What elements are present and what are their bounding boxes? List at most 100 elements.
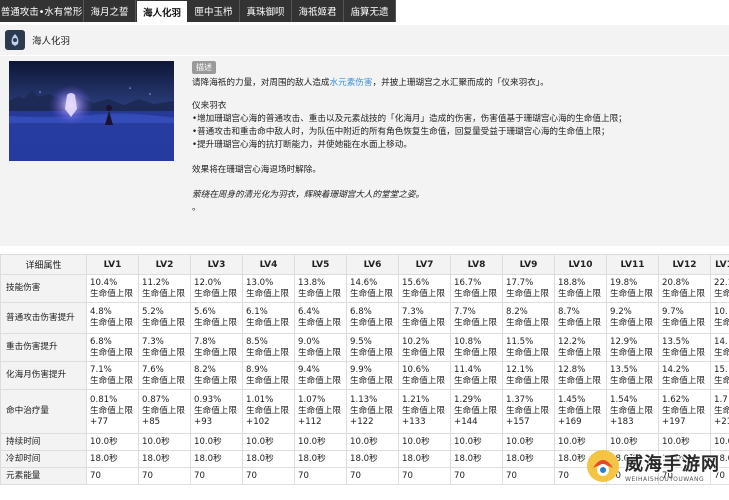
cell-line: 70 — [402, 470, 413, 481]
tab-6[interactable]: 海祇姬君 — [292, 0, 344, 22]
cell-line: 18.0秒 — [142, 453, 170, 464]
level-header: LV6 — [346, 254, 399, 275]
hydro-damage-text: 水元素伤害 — [329, 78, 373, 88]
table-corner-header: 详细属性 — [0, 254, 87, 275]
level-header: LV5 — [294, 254, 347, 275]
table-cell: 4.8% 生命值上限 — [86, 302, 139, 334]
table-cell: 8.5% 生命值上限 — [242, 333, 295, 362]
table-cell: 10.2% 生命值上限 — [398, 333, 451, 362]
table-cell: 15. 生命 — [710, 361, 729, 390]
table-cell: 70 — [398, 467, 451, 485]
cell-line: 13.8% — [298, 277, 326, 288]
row-label: 持续时间 — [0, 433, 87, 451]
cell-line: 7.6% — [142, 364, 164, 375]
cell-line: 生命值上限 — [194, 406, 237, 416]
row-label: 化海月伤害提升 — [0, 361, 87, 390]
table-cell: 10.0秒 — [294, 433, 347, 451]
cell-line: 4.8% — [90, 307, 112, 317]
row-label: 冷却时间 — [0, 450, 87, 468]
level-header: LV9 — [502, 254, 555, 275]
cell-line: 18.0秒 — [298, 453, 326, 464]
table-cell: 18.8% 生命值上限 — [554, 274, 607, 303]
cell-line: 10.0秒 — [142, 436, 170, 447]
level-header: LV8 — [450, 254, 503, 275]
watermark-en: WEIHAISHOUYOUWANG — [625, 475, 705, 483]
table-cell: 1.7生命+21 — [710, 389, 729, 434]
cell-line: 1.62% — [662, 395, 690, 405]
cell-line: 10.0秒 — [194, 436, 222, 447]
table-cell: 70 — [242, 467, 295, 485]
tab-5[interactable]: 真珠御呗 — [240, 0, 292, 22]
cell-line: 生命值上限 — [506, 406, 549, 416]
table-cell: 18.0秒 — [86, 450, 139, 468]
cell-line: 14.2% — [662, 364, 690, 375]
cell-line: 生命 — [714, 406, 729, 416]
table-cell: 10.0秒 — [190, 433, 243, 451]
level-header: LV2 — [138, 254, 191, 275]
tab-1[interactable]: 普通攻击•水有常形 — [0, 0, 84, 22]
tab-7[interactable]: 庙算无遗 — [344, 0, 396, 22]
cell-line: 生命值上限 — [350, 375, 393, 386]
cell-line: 生命值上限 — [142, 375, 185, 386]
cell-line: 生命值上限 — [558, 406, 601, 416]
level-header: LV1 — [710, 254, 729, 275]
cell-line: 10.0秒 — [90, 436, 118, 447]
table-cell: 8.7% 生命值上限 — [554, 302, 607, 334]
table-row: 重击伤害提升 6.8% 生命值上限 7.3% 生命值上限 7.8% 生命值上限 8.5% 生命值… — [0, 333, 729, 362]
level-header: LV11 — [606, 254, 659, 275]
table-cell: 70 — [190, 467, 243, 485]
tab-4[interactable]: 匣中玉栉 — [188, 0, 240, 22]
buff-bullet: •普通攻击和重击命中敌人时，为队伍中附近的所有角色恢复生命值，回复量受益于珊瑚宫… — [192, 127, 610, 137]
table-header-row: 详细属性 LV1 LV2 LV3 LV4 LV5 LV6 LV7 LV8 LV9 LV10 LV11 L… — [0, 254, 729, 275]
table-cell: 1.62% 生命值上限 +197 — [658, 389, 711, 434]
tab-2[interactable]: 海月之誓 — [84, 0, 136, 22]
cell-line: 生命值上限 — [506, 288, 549, 299]
cell-line: 7.7% — [454, 307, 476, 317]
cell-line: 12.0% — [194, 277, 222, 288]
level-header: LV1 — [86, 254, 139, 275]
cell-line: 生命值上限 — [662, 375, 705, 386]
cell-line: 生命值上限 — [90, 375, 133, 386]
table-cell: 14. 生命 — [710, 333, 729, 362]
cell-line: 18.0秒 — [90, 453, 118, 464]
cell-line: 生命值上限 — [90, 288, 133, 299]
end-note: 效果将在珊瑚宫心海退场时解除。 — [192, 165, 321, 175]
cell-line: 生命值上限 — [246, 347, 289, 358]
cell-line: 生命值上限 — [298, 288, 341, 299]
row-label: 元素能量 — [0, 467, 87, 485]
trailing-mark: 。 — [192, 203, 201, 213]
table-cell: 11.2% 生命值上限 — [138, 274, 191, 303]
buff-bullet: •提升珊瑚宫心海的抗打断能力，并使她能在水面上移动。 — [192, 140, 412, 150]
cell-line: 20.8% — [662, 277, 690, 288]
cell-line: +122 — [350, 417, 374, 427]
table-cell: 1.45% 生命值上限 +169 — [554, 389, 607, 434]
table-cell: 10.4% 生命值上限 — [86, 274, 139, 303]
table-cell: 20.8% 生命值上限 — [658, 274, 711, 303]
table-cell: 70 — [86, 467, 139, 485]
cell-line: 生命值上限 — [454, 288, 497, 299]
skill-preview-image[interactable] — [9, 61, 174, 161]
table-cell: 7.3% 生命值上限 — [138, 333, 191, 362]
cell-line: 生命值上限 — [454, 347, 497, 358]
tab-3[interactable]: 海人化羽 — [136, 0, 188, 22]
cell-line: 生命值上限 — [454, 375, 497, 386]
cell-line: 18.0秒 — [194, 453, 222, 464]
cell-line: 生命值上限 — [662, 406, 705, 416]
cell-line: 生命值上限 — [402, 288, 445, 299]
cell-line: 生命值上限 — [90, 347, 133, 358]
skill-name: 海人化羽 — [32, 36, 71, 47]
cell-line: 10.4% — [90, 277, 118, 288]
cell-line: 1.21% — [402, 395, 430, 405]
cell-line: 13.5% — [662, 336, 690, 347]
tab-bar-fill — [396, 0, 729, 22]
row-label: 重击伤害提升 — [0, 333, 87, 362]
table-cell: 5.2% 生命值上限 — [138, 302, 191, 334]
cell-line: 生命值上限 — [194, 288, 237, 299]
cell-line: 1.54% — [610, 395, 638, 405]
watermark-logo-icon — [587, 450, 619, 482]
cell-line: +21 — [714, 417, 729, 427]
cell-line: +77 — [90, 417, 109, 427]
table-cell: 9.4% 生命值上限 — [294, 361, 347, 390]
cell-line: 生命 — [714, 318, 729, 328]
table-cell: 6.4% 生命值上限 — [294, 302, 347, 334]
